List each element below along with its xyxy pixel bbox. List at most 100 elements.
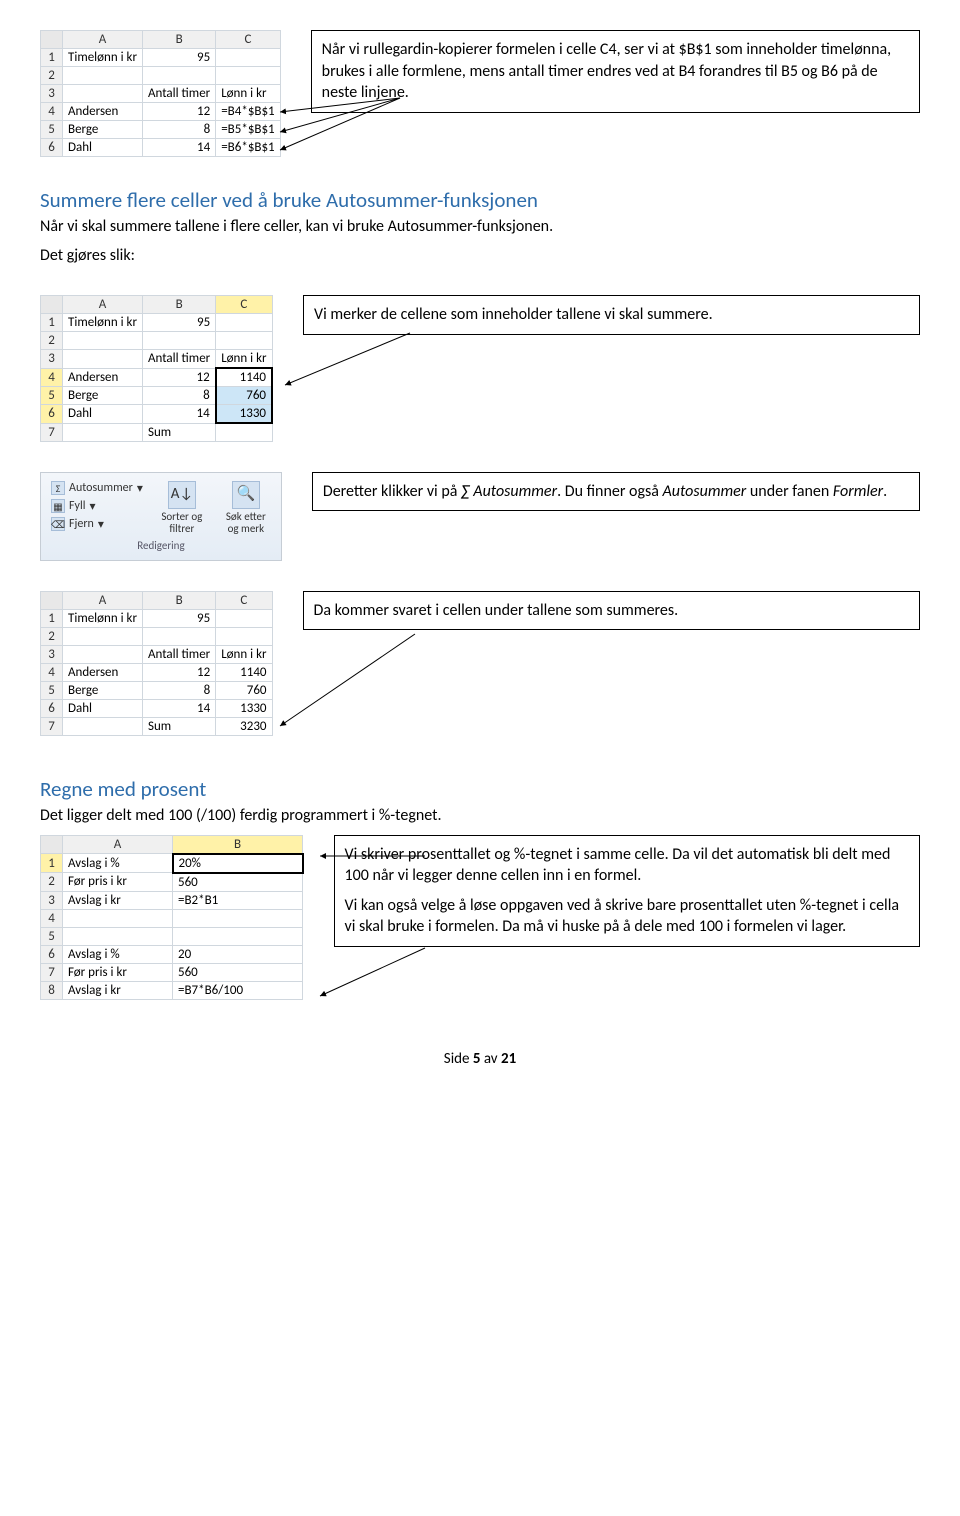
cell[interactable]: Dahl <box>63 699 143 717</box>
row-header[interactable]: 2 <box>41 332 63 350</box>
cell[interactable] <box>216 609 272 627</box>
row-header[interactable]: 3 <box>41 645 63 663</box>
cell[interactable]: Timelønn i kr <box>63 49 143 67</box>
cell[interactable]: 14 <box>143 699 216 717</box>
cell[interactable]: =B2*B1 <box>173 891 303 909</box>
col-header[interactable]: C <box>216 31 280 49</box>
cell[interactable]: Andersen <box>63 368 143 387</box>
row-header[interactable]: 7 <box>41 717 63 735</box>
cell[interactable]: Andersen <box>63 103 143 121</box>
cell[interactable]: Dahl <box>63 139 143 157</box>
cell[interactable] <box>173 927 303 945</box>
cell[interactable] <box>216 314 272 332</box>
cell[interactable]: 1330 <box>216 699 272 717</box>
cell[interactable] <box>216 49 280 67</box>
row-header[interactable]: 1 <box>41 609 63 627</box>
cell[interactable]: Antall timer <box>143 350 216 369</box>
cell[interactable]: Berge <box>63 387 143 405</box>
cell[interactable]: 12 <box>143 663 216 681</box>
row-header[interactable]: 4 <box>41 909 63 927</box>
cell-selected[interactable]: 1140 <box>216 368 272 387</box>
cell[interactable]: Dahl <box>63 405 143 424</box>
cell[interactable]: Antall timer <box>143 645 216 663</box>
row-header[interactable]: 1 <box>41 854 63 873</box>
cell[interactable] <box>63 627 143 645</box>
cell[interactable] <box>63 85 143 103</box>
row-header[interactable]: 4 <box>41 663 63 681</box>
cell[interactable]: 8 <box>143 681 216 699</box>
cell[interactable]: Lønn i kr <box>216 85 280 103</box>
row-header[interactable]: 3 <box>41 350 63 369</box>
row-header[interactable]: 5 <box>41 387 63 405</box>
cell[interactable]: Avslag i kr <box>63 891 173 909</box>
cell[interactable]: 760 <box>216 681 272 699</box>
ribbon-autosum[interactable]: ΣAutosummer▾ <box>51 481 143 496</box>
cell[interactable]: Lønn i kr <box>216 645 272 663</box>
cell[interactable] <box>173 909 303 927</box>
cell[interactable] <box>143 332 216 350</box>
cell[interactable]: Avslag i kr <box>63 981 173 999</box>
cell[interactable]: 95 <box>143 314 216 332</box>
col-header[interactable]: C <box>216 296 272 314</box>
col-header[interactable]: B <box>173 835 303 854</box>
row-header[interactable]: 5 <box>41 121 63 139</box>
row-header[interactable]: 2 <box>41 873 63 892</box>
ribbon-clear[interactable]: ⌫Fjern▾ <box>51 517 143 532</box>
cell[interactable]: Berge <box>63 121 143 139</box>
cell[interactable] <box>63 645 143 663</box>
cell[interactable]: 1140 <box>216 663 272 681</box>
cell[interactable]: =B4*$B$1 <box>216 103 280 121</box>
cell[interactable]: =B7*B6/100 <box>173 981 303 999</box>
ribbon-fill[interactable]: ▦Fyll▾ <box>51 499 143 514</box>
cell-active[interactable]: 20% <box>173 854 303 873</box>
cell[interactable]: 14 <box>143 405 216 424</box>
cell[interactable]: 95 <box>143 609 216 627</box>
cell[interactable] <box>216 332 272 350</box>
row-header[interactable]: 1 <box>41 49 63 67</box>
row-header[interactable]: 2 <box>41 67 63 85</box>
row-header[interactable]: 7 <box>41 423 63 441</box>
row-header[interactable]: 3 <box>41 85 63 103</box>
cell[interactable] <box>63 909 173 927</box>
cell-selected[interactable]: 1330 <box>216 405 272 424</box>
cell[interactable] <box>143 67 216 85</box>
cell[interactable]: Sum <box>143 423 216 441</box>
cell[interactable]: Timelønn i kr <box>63 314 143 332</box>
row-header[interactable]: 8 <box>41 981 63 999</box>
row-header[interactable]: 4 <box>41 103 63 121</box>
col-header[interactable]: A <box>63 296 143 314</box>
cell[interactable]: 8 <box>143 121 216 139</box>
cell[interactable] <box>216 67 280 85</box>
row-header[interactable]: 6 <box>41 945 63 963</box>
cell[interactable] <box>63 927 173 945</box>
row-header[interactable]: 5 <box>41 927 63 945</box>
row-header[interactable]: 1 <box>41 314 63 332</box>
cell[interactable] <box>63 67 143 85</box>
cell[interactable]: Antall timer <box>143 85 216 103</box>
cell[interactable]: 95 <box>143 49 216 67</box>
cell[interactable] <box>216 423 272 441</box>
cell[interactable]: Avslag i % <box>63 945 173 963</box>
cell[interactable]: Sum <box>143 717 216 735</box>
col-header[interactable]: B <box>143 591 216 609</box>
cell[interactable]: Før pris i kr <box>63 963 173 981</box>
cell[interactable]: Avslag i % <box>63 854 173 873</box>
cell[interactable]: 3230 <box>216 717 272 735</box>
cell[interactable]: 8 <box>143 387 216 405</box>
cell[interactable] <box>216 627 272 645</box>
cell[interactable]: Lønn i kr <box>216 350 272 369</box>
col-header[interactable]: A <box>63 31 143 49</box>
cell[interactable]: 12 <box>143 103 216 121</box>
cell[interactable]: 12 <box>143 368 216 387</box>
cell[interactable]: 560 <box>173 873 303 892</box>
cell-selected[interactable]: 760 <box>216 387 272 405</box>
cell[interactable] <box>63 350 143 369</box>
cell[interactable]: 560 <box>173 963 303 981</box>
ribbon-sort-filter[interactable]: A↓ Sorter og filtrer <box>157 481 207 535</box>
row-header[interactable]: 6 <box>41 139 63 157</box>
row-header[interactable]: 2 <box>41 627 63 645</box>
cell[interactable]: 20 <box>173 945 303 963</box>
cell[interactable] <box>143 627 216 645</box>
row-header[interactable]: 7 <box>41 963 63 981</box>
cell[interactable]: Berge <box>63 681 143 699</box>
